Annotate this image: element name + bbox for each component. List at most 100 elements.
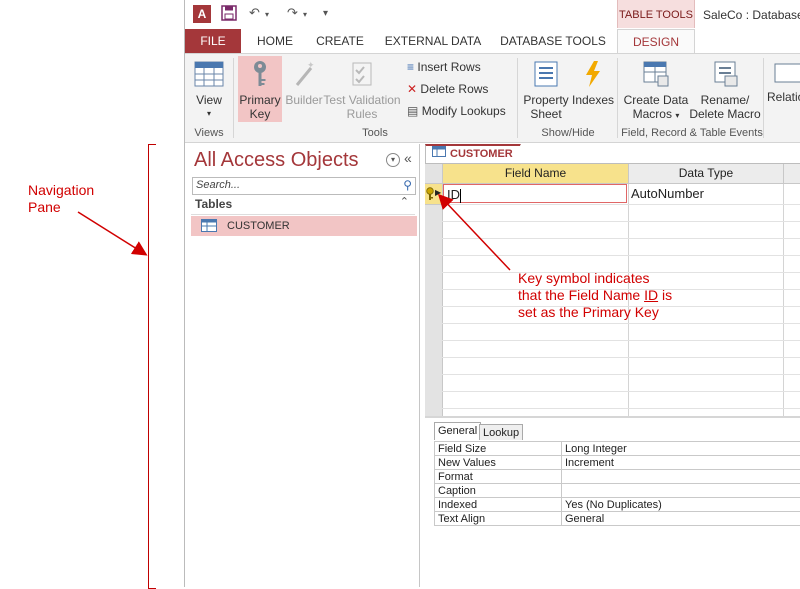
relationships-button[interactable]: Relatio <box>767 60 800 104</box>
navigation-pane: All Access Objects ▾ « Search... ⚲ Table… <box>187 144 420 587</box>
view-button[interactable]: View ▾ <box>189 60 229 121</box>
modify-lookups-label: Modify Lookups <box>422 104 506 118</box>
delete-rows-button[interactable]: ✕ Delete Rows <box>407 82 488 96</box>
tab-file[interactable]: FILE <box>185 29 241 53</box>
rename-macro-icon <box>689 60 761 91</box>
save-icon[interactable] <box>221 5 237 24</box>
primary-key-button[interactable]: PrimaryKey <box>238 56 282 122</box>
annotation-line: Key symbol indicates <box>518 270 718 287</box>
title-bar: A ↶ ▾ ↷ ▾ ▾ TABLE TOOLS SaleCo : Databas… <box>185 0 800 29</box>
column-header-description[interactable] <box>784 164 800 184</box>
primary-key-row-icon <box>426 187 435 204</box>
navigation-pane-bracket <box>148 144 156 589</box>
grid-line <box>442 323 800 324</box>
ribbon-separator <box>763 58 764 138</box>
grid-corner <box>425 164 443 184</box>
tab-lookup[interactable]: Lookup <box>479 424 523 440</box>
document-tab-customer[interactable]: CUSTOMER <box>425 144 521 163</box>
search-icon[interactable]: ⚲ <box>403 178 412 192</box>
property-value[interactable] <box>562 470 800 484</box>
relationships-icon <box>767 60 800 90</box>
grid-line <box>442 238 800 239</box>
collapse-chevron-icon[interactable]: ⌃ <box>400 195 409 208</box>
property-row[interactable]: Text AlignGeneral <box>435 512 800 526</box>
property-value[interactable]: Long Integer <box>562 442 800 456</box>
property-sheet-label: PropertySheet <box>521 93 571 121</box>
view-label: View <box>189 93 229 107</box>
row-selector-primary-key[interactable]: ▶ <box>425 184 442 205</box>
nav-item-customer[interactable]: CUSTOMER <box>191 216 417 236</box>
group-tools-label: Tools <box>335 127 415 139</box>
ribbon-separator <box>517 58 518 138</box>
annotation-line: that the Field Name ID is <box>518 287 718 304</box>
ribbon-separator <box>617 58 618 138</box>
grid-line <box>442 374 800 375</box>
nav-item-label: CUSTOMER <box>227 220 290 232</box>
create-data-macros-button[interactable]: Create DataMacros ▾ <box>621 60 691 123</box>
tab-home[interactable]: HOME <box>247 29 303 53</box>
column-header-data-type[interactable]: Data Type <box>629 164 784 184</box>
undo-dropdown-icon[interactable]: ▾ <box>265 10 269 19</box>
redo-icon[interactable]: ↷ <box>287 5 298 21</box>
navigation-pane-arrow <box>78 212 145 254</box>
property-value[interactable]: General <box>562 512 800 526</box>
tables-group-header[interactable]: Tables ⌃ <box>191 194 415 215</box>
primary-key-annotation: Key symbol indicates that the Field Name… <box>518 270 718 321</box>
row-selector-column <box>425 184 443 416</box>
view-dropdown-icon: ▾ <box>189 107 229 121</box>
insert-rows-button[interactable]: ≡ Insert Rows <box>407 60 481 74</box>
property-sheet-icon <box>521 60 571 91</box>
tab-general[interactable]: General <box>434 422 481 440</box>
field-name-cell[interactable]: ID <box>443 184 627 203</box>
property-sheet-button[interactable]: PropertySheet <box>521 60 571 121</box>
tab-design[interactable]: DESIGN <box>617 29 695 55</box>
table-tab-icon <box>432 146 446 162</box>
indexes-button[interactable]: Indexes <box>571 60 615 107</box>
property-row[interactable]: IndexedYes (No Duplicates) <box>435 498 800 512</box>
insert-rows-icon: ≡ <box>407 60 414 74</box>
test-validation-rules-button[interactable]: Test ValidationRules <box>322 60 402 121</box>
property-value[interactable]: Increment <box>562 456 800 470</box>
ribbon: View ▾ Views PrimaryKey ✦ Builder Test V… <box>185 53 800 143</box>
builder-label: Builder <box>284 93 324 107</box>
tab-database-tools[interactable]: DATABASE TOOLS <box>495 29 611 53</box>
delete-rows-icon: ✕ <box>407 82 417 96</box>
designer-splitter[interactable] <box>425 416 800 418</box>
modify-lookups-button[interactable]: ▤ Modify Lookups <box>407 104 506 118</box>
property-row[interactable]: Field SizeLong Integer <box>435 442 800 456</box>
search-placeholder: Search... <box>196 179 240 191</box>
grid-line <box>442 221 800 222</box>
annotation-id-word: ID <box>644 287 658 303</box>
grid-line <box>442 391 800 392</box>
property-row[interactable]: Caption <box>435 484 800 498</box>
rename-delete-macro-label: Rename/Delete Macro <box>689 93 761 121</box>
rename-delete-macro-button[interactable]: Rename/Delete Macro <box>689 60 761 121</box>
nav-search-input[interactable]: Search... ⚲ <box>192 177 416 195</box>
undo-icon[interactable]: ↶ <box>249 5 260 21</box>
ribbon-tabs: FILE HOME CREATE EXTERNAL DATA DATABASE … <box>185 29 800 53</box>
primary-key-label: PrimaryKey <box>238 93 282 121</box>
tab-fold-corner <box>520 144 528 163</box>
nav-pane-title[interactable]: All Access Objects <box>194 149 359 172</box>
property-value[interactable]: Yes (No Duplicates) <box>562 498 800 512</box>
property-row[interactable]: New ValuesIncrement <box>435 456 800 470</box>
property-value[interactable] <box>562 484 800 498</box>
tables-group-label: Tables <box>195 197 232 211</box>
annotation-line: set as the Primary Key <box>518 304 718 321</box>
nav-menu-dropdown-icon[interactable]: ▾ <box>386 153 400 167</box>
table-tools-context-label: TABLE TOOLS <box>617 0 695 28</box>
shutter-bar-close-icon[interactable]: « <box>404 150 412 166</box>
customize-qat-icon[interactable]: ▾ <box>323 8 328 19</box>
group-views-label: Views <box>189 127 229 139</box>
grid-line <box>442 408 800 409</box>
property-row[interactable]: Format <box>435 470 800 484</box>
table-icon <box>201 219 217 235</box>
property-name: Text Align <box>435 512 562 526</box>
tab-create[interactable]: CREATE <box>309 29 371 53</box>
column-header-field-name[interactable]: Field Name <box>443 164 629 184</box>
key-icon <box>238 56 282 91</box>
data-type-cell[interactable]: AutoNumber <box>630 184 783 204</box>
redo-dropdown-icon[interactable]: ▾ <box>303 10 307 19</box>
tab-external-data[interactable]: EXTERNAL DATA <box>379 29 487 53</box>
builder-button[interactable]: ✦ Builder <box>284 60 324 107</box>
